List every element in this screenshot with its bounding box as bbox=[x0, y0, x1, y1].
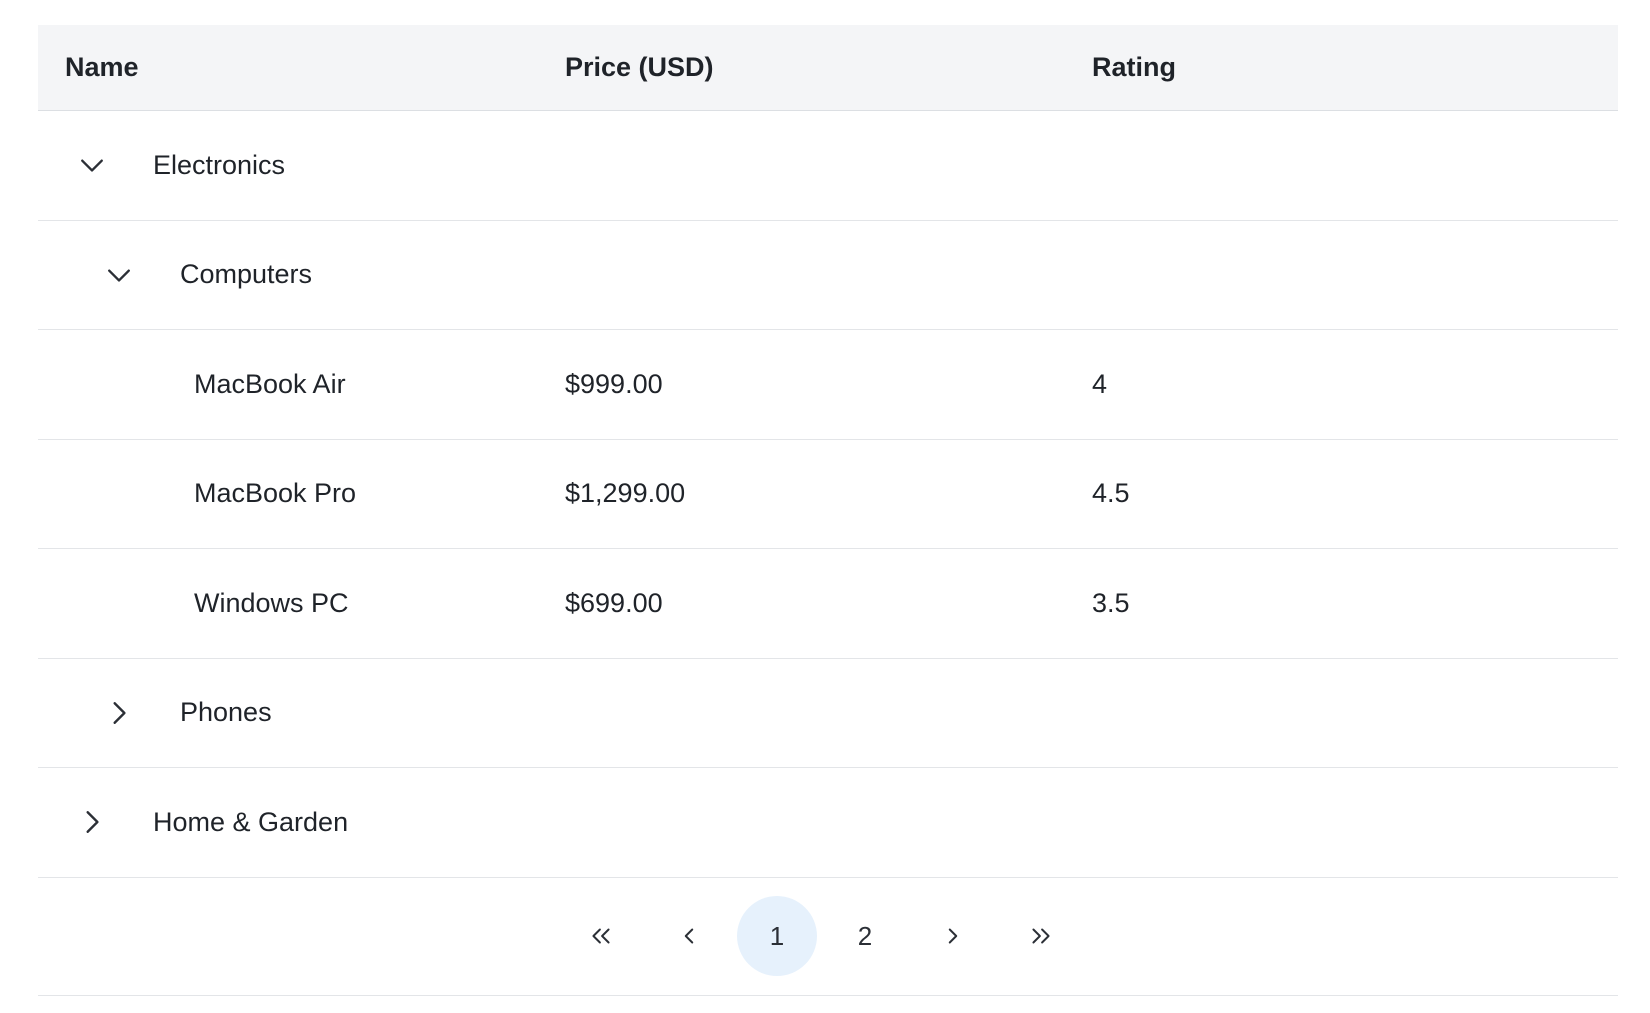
table-row-electronics[interactable]: Electronics bbox=[38, 111, 1618, 221]
table-row-computers[interactable]: Computers bbox=[38, 221, 1618, 330]
table-row-macbook-pro[interactable]: MacBook Pro $1,299.00 4.5 bbox=[38, 440, 1618, 549]
double-chevron-left-icon bbox=[592, 928, 610, 944]
chevron-right-icon bbox=[948, 928, 958, 944]
last-page-button[interactable] bbox=[1001, 896, 1081, 976]
group-label: Electronics bbox=[153, 149, 286, 180]
price-cell: $699.00 bbox=[565, 587, 663, 618]
group-label: Home & Garden bbox=[153, 806, 349, 837]
group-label: Phones bbox=[180, 697, 272, 728]
name-cell: Electronics bbox=[38, 150, 565, 181]
chevron-down-icon[interactable] bbox=[105, 261, 133, 289]
rating-cell: 3.5 bbox=[1092, 587, 1130, 618]
table-row-macbook-air[interactable]: MacBook Air $999.00 4 bbox=[38, 330, 1618, 440]
name-cell: MacBook Air bbox=[194, 368, 346, 399]
rating-cell: 4.5 bbox=[1092, 478, 1130, 509]
price-cell: $999.00 bbox=[565, 368, 663, 399]
name-cell: Computers bbox=[38, 259, 565, 290]
next-page-button[interactable] bbox=[913, 896, 993, 976]
chevron-left-icon bbox=[684, 928, 694, 944]
rating-cell: 4 bbox=[1092, 368, 1108, 399]
tree-table: Name Price (USD) Rating Electronics Comp… bbox=[38, 25, 1618, 996]
name-cell: Phones bbox=[38, 697, 565, 728]
price-cell: $1,299.00 bbox=[565, 478, 686, 509]
table-header: Name Price (USD) Rating bbox=[38, 25, 1618, 111]
column-header-price[interactable]: Price (USD) bbox=[565, 52, 1092, 83]
page-button-1[interactable]: 1 bbox=[737, 896, 817, 976]
first-page-button[interactable] bbox=[561, 896, 641, 976]
name-cell: Windows PC bbox=[194, 587, 349, 618]
table-row-windows-pc[interactable]: Windows PC $699.00 3.5 bbox=[38, 549, 1618, 659]
table-row-home-garden[interactable]: Home & Garden bbox=[38, 768, 1618, 878]
column-header-rating[interactable]: Rating bbox=[1092, 52, 1618, 83]
chevron-down-icon[interactable] bbox=[78, 151, 106, 179]
name-cell: MacBook Pro bbox=[194, 478, 357, 509]
page-button-2[interactable]: 2 bbox=[825, 896, 905, 976]
column-header-name[interactable]: Name bbox=[38, 52, 565, 83]
previous-page-button[interactable] bbox=[649, 896, 729, 976]
name-cell: Home & Garden bbox=[38, 807, 565, 838]
double-chevron-right-icon bbox=[1032, 928, 1050, 944]
table-row-phones[interactable]: Phones bbox=[38, 659, 1618, 768]
pagination: 1 2 bbox=[38, 878, 1618, 996]
group-label: Computers bbox=[180, 259, 313, 290]
chevron-right-icon[interactable] bbox=[105, 699, 133, 727]
chevron-right-icon[interactable] bbox=[78, 808, 106, 836]
